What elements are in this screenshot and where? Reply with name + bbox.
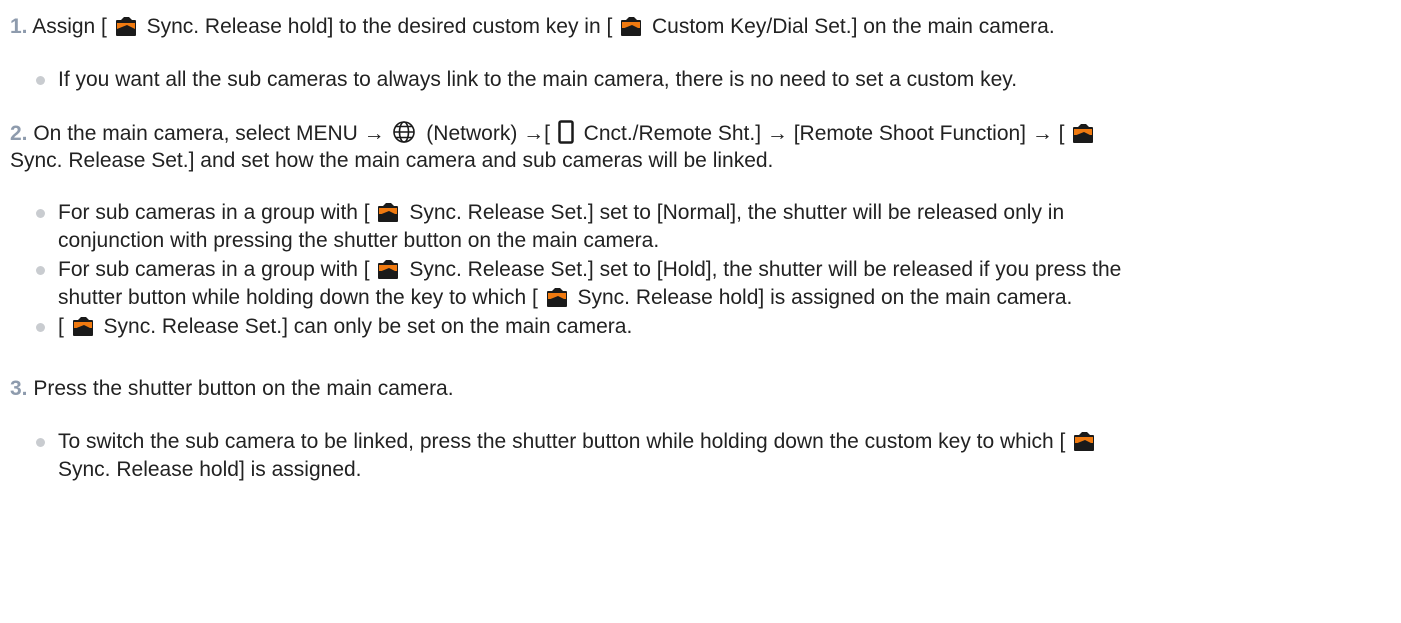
step-2-text-part: On the main camera, select MENU → [27, 122, 391, 145]
bullet-text: For sub cameras in a group with [ [58, 201, 376, 224]
step-1-text-part: Custom Key/Dial Set.] on the main camera… [646, 15, 1055, 38]
step-3-text: 3. Press the shutter button on the main … [10, 376, 454, 402]
step-2-bullet-1: For sub cameras in a group with [ Sync. … [58, 200, 1064, 226]
bullet-dot [36, 323, 45, 332]
bullet-text: [ [58, 315, 70, 338]
bullet-text: Sync. Release Set.] set to [Normal], the… [403, 201, 1065, 224]
bullet-dot [36, 76, 45, 85]
step-2-bullet-2: For sub cameras in a group with [ Sync. … [58, 257, 1121, 283]
bullet-text: Sync. Release Set.] can only be set on t… [97, 315, 633, 338]
step-1-text: 1. Assign [ Sync. Release hold] to the d… [10, 14, 1055, 40]
step-2-number: 2. [10, 122, 28, 145]
step-2-text-part: (Network) →[ [420, 122, 556, 145]
step-2-bullet-1-line-2: conjunction with pressing the shutter bu… [58, 229, 660, 252]
camera-icon [620, 15, 642, 37]
step-3-bullet-1-line-2: Sync. Release hold] is assigned. [58, 458, 362, 481]
step-3-bullet-1: To switch the sub camera to be linked, p… [58, 429, 1099, 455]
camera-icon [377, 201, 399, 223]
remote-icon [558, 120, 574, 144]
camera-icon [114, 15, 137, 37]
camera-icon [1072, 122, 1094, 144]
step-2-text-line-2: Sync. Release Set.] and set how the main… [10, 149, 774, 172]
step-2-bullet-3: [ Sync. Release Set.] can only be set on… [58, 314, 632, 340]
bullet-dot [36, 266, 45, 275]
step-1-bullet-1: If you want all the sub cameras to alway… [58, 68, 1018, 91]
bullet-text: Sync. Release hold] is assigned on the m… [571, 286, 1073, 309]
bullet-dot [36, 438, 45, 447]
step-2-bullet-2-line-2: shutter button while holding down the ke… [58, 285, 1072, 311]
bullet-text: To switch the sub camera to be linked, p… [58, 430, 1072, 453]
bullet-text: Sync. Release Set.] set to [Hold], the s… [403, 258, 1122, 281]
step-1-number: 1. [10, 15, 28, 38]
step-1-text-part: Sync. Release hold] to the desired custo… [140, 15, 619, 38]
step-2-text-part: Cnct./Remote Sht.] → [Remote Shoot Funct… [577, 122, 1071, 145]
camera-icon [1073, 430, 1095, 452]
camera-icon [546, 286, 568, 308]
bullet-dot [36, 209, 45, 218]
step-2-text: 2. On the main camera, select MENU → (Ne… [10, 120, 1098, 146]
camera-icon [377, 258, 399, 280]
camera-icon [72, 315, 94, 337]
step-1-text-part: Assign [ [27, 15, 113, 38]
bullet-text: For sub cameras in a group with [ [58, 258, 376, 281]
bullet-text: shutter button while holding down the ke… [58, 286, 544, 309]
step-3-text-part: Press the shutter button on the main cam… [27, 377, 454, 400]
step-3-number: 3. [10, 377, 28, 400]
globe-icon [392, 120, 416, 144]
